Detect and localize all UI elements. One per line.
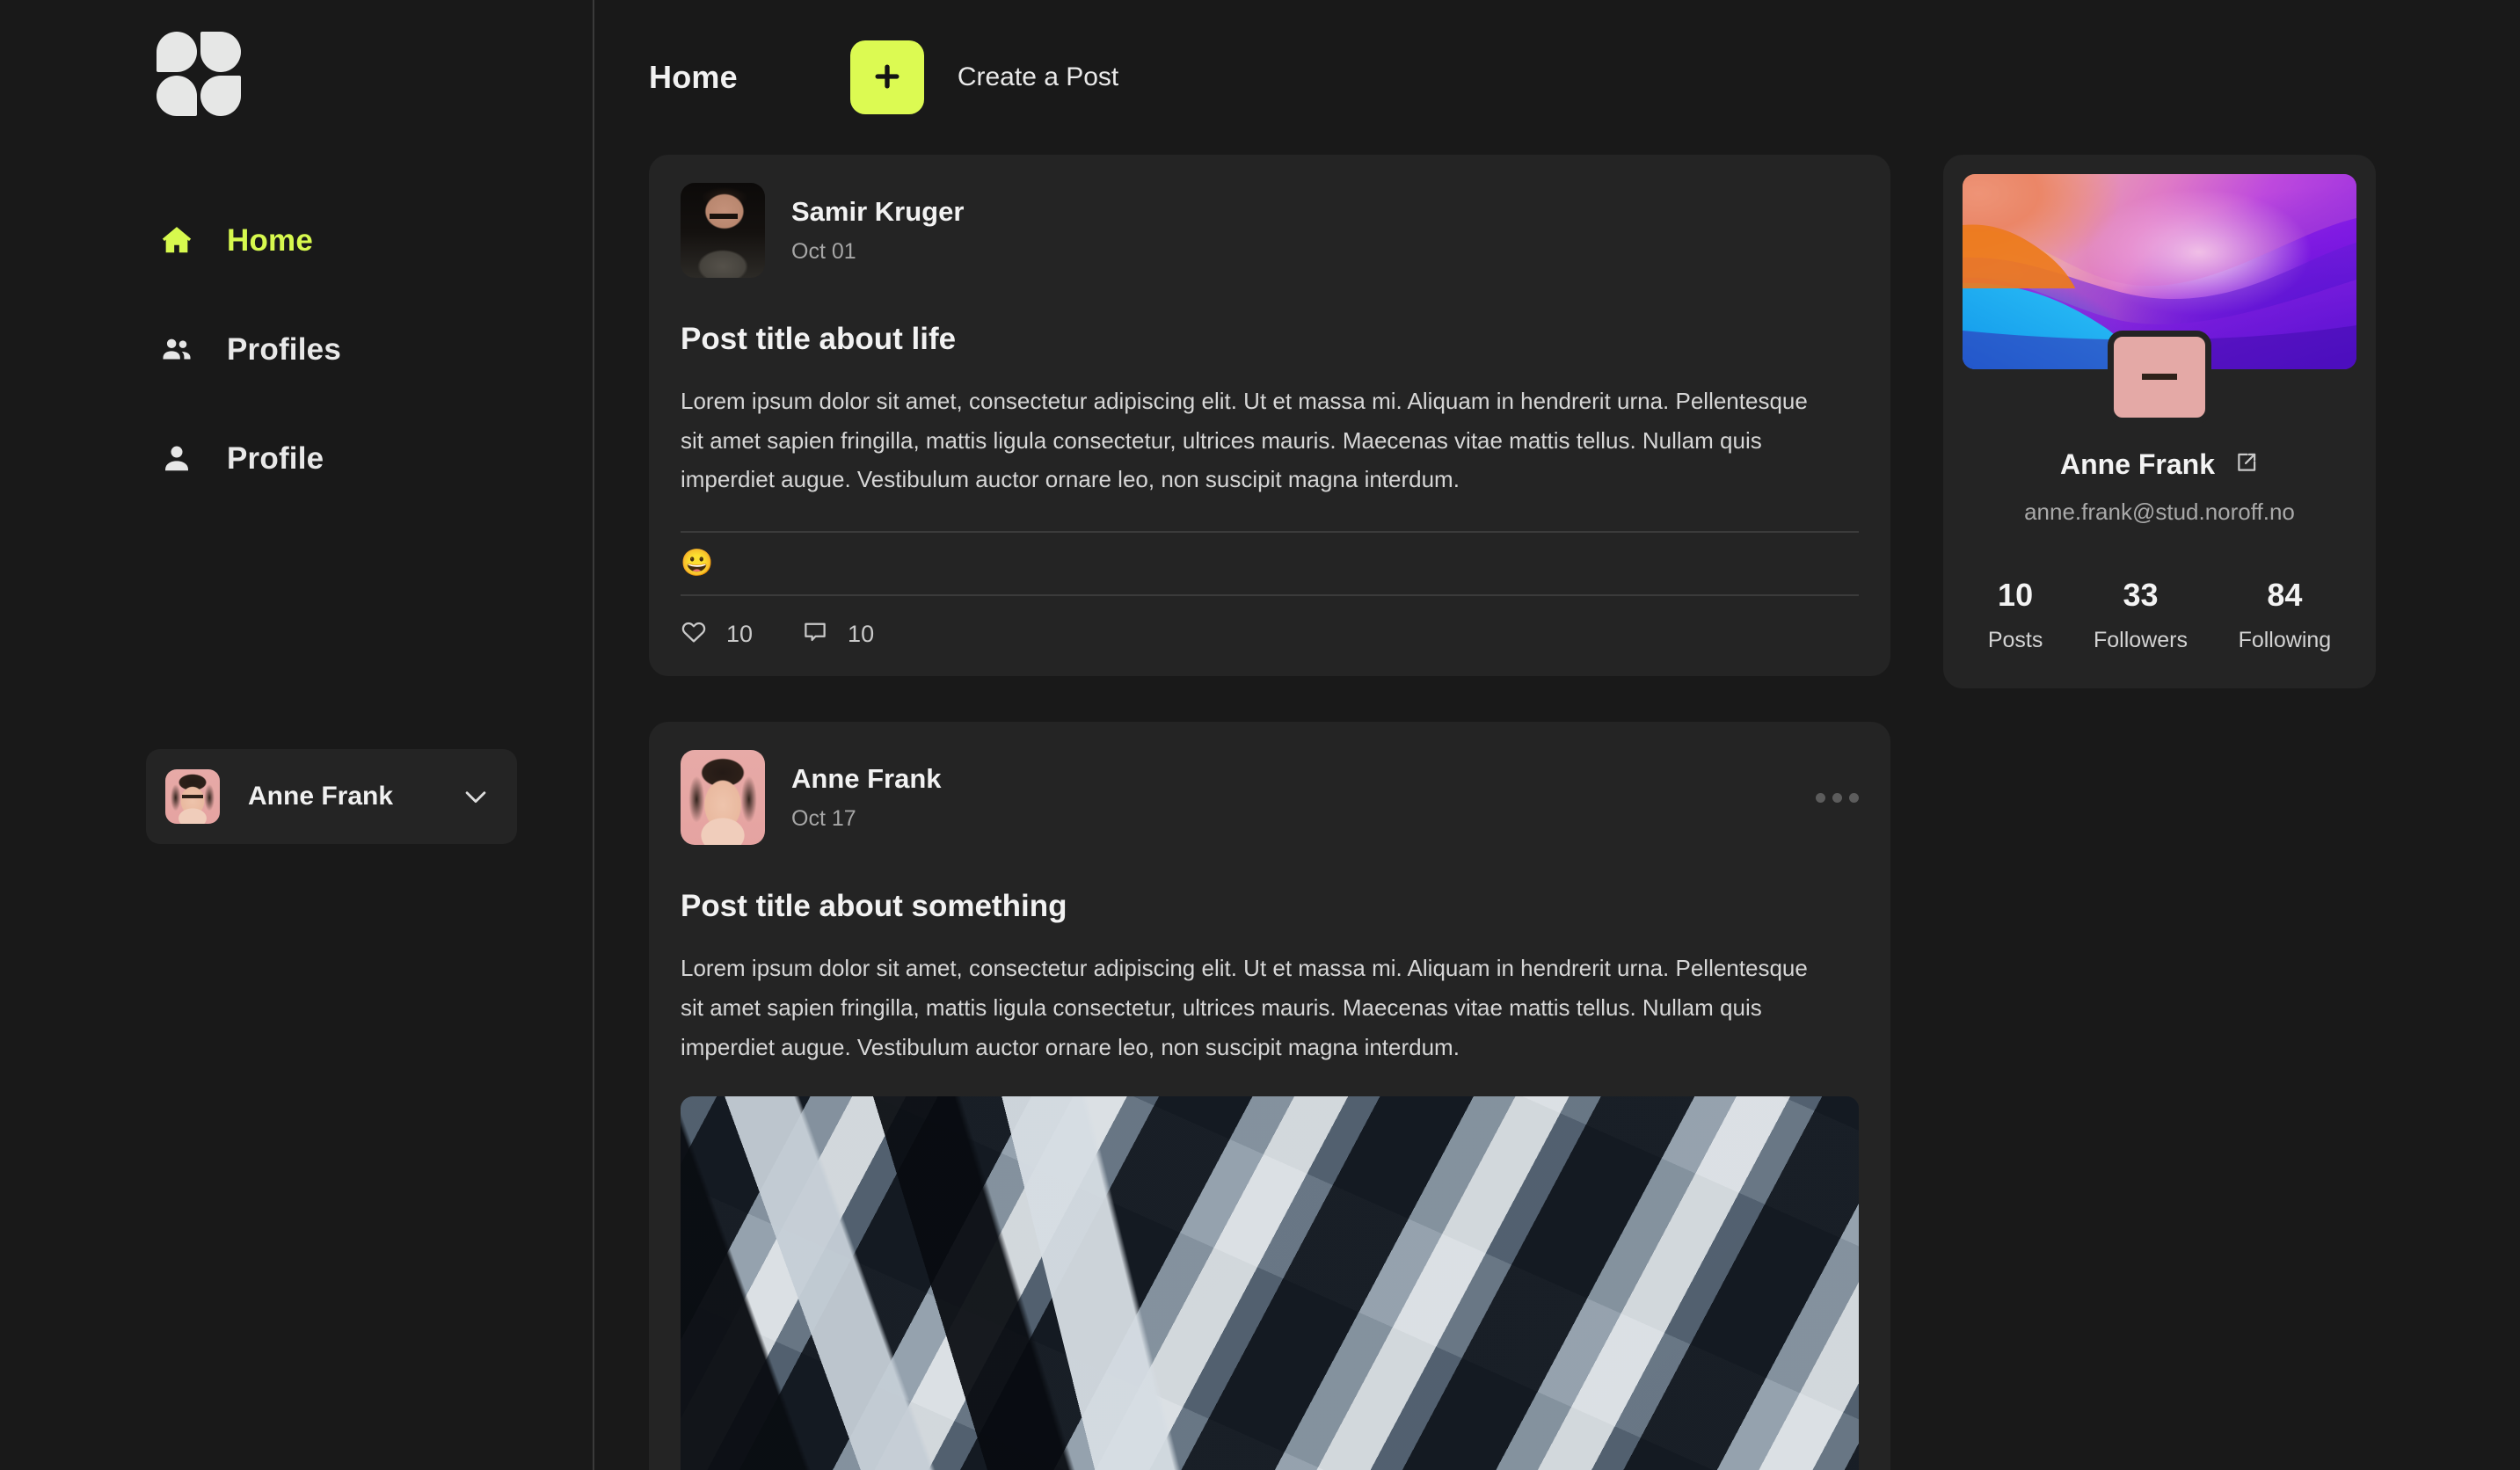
like-count: 10 [726, 621, 754, 648]
post-more-menu-button[interactable] [1816, 792, 1859, 803]
profile-name: Anne Frank [2059, 448, 2216, 480]
top-bar: Home Create a Post [594, 0, 2520, 155]
profile-email: anne.frank@stud.noroff.no [2024, 498, 2295, 525]
sidebar: Home Profiles Profile Anne Frank [0, 0, 594, 1470]
post-header: Anne Frank Oct 17 [681, 750, 1859, 846]
avatar[interactable] [681, 183, 765, 278]
logo-petal-bottom-left [157, 76, 197, 116]
right-rail: Anne Frank anne.frank@stud.noroff.no 10 … [1943, 155, 2376, 688]
logo-petal-top-right [200, 32, 241, 72]
post-author-meta: Anne Frank Oct 17 [791, 763, 942, 832]
stat-value: 84 [2267, 577, 2303, 613]
more-dot [1832, 792, 1842, 803]
sidebar-item-label: Profile [227, 440, 324, 476]
like-button[interactable]: 10 [681, 619, 753, 650]
post-feed: Samir Kruger Oct 01 Post title about lif… [649, 155, 1890, 1470]
post-date: Oct 17 [791, 806, 856, 832]
avatar[interactable] [2108, 331, 2211, 424]
post-reactions[interactable]: 😀 [681, 531, 1859, 597]
post-title: Post title about life [681, 322, 957, 356]
stat-value: 10 [1998, 577, 2034, 613]
sidebar-user-chip[interactable]: Anne Frank [146, 749, 517, 844]
sidebar-nav: Home Profiles Profile [0, 208, 593, 490]
sidebar-item-profile[interactable]: Profile [0, 426, 593, 490]
more-dot [1849, 792, 1859, 803]
sidebar-user-name: Anne Frank [248, 782, 394, 811]
post-title: Post title about something [681, 889, 1067, 924]
post-card: Samir Kruger Oct 01 Post title about lif… [649, 155, 1890, 677]
home-icon [160, 223, 193, 257]
create-post-button[interactable] [849, 40, 924, 114]
four-petal-logo[interactable] [157, 32, 241, 116]
grinning-face-emoji[interactable]: 😀 [681, 550, 713, 577]
avatar[interactable] [681, 750, 765, 846]
post-body: Lorem ipsum dolor sit amet, consectetur … [681, 388, 1808, 493]
post-date: Oct 01 [791, 239, 856, 264]
stat-value: 33 [2123, 577, 2159, 613]
post-author-name[interactable]: Samir Kruger [791, 196, 964, 228]
logo-petal-bottom-right [200, 76, 241, 116]
comment-button[interactable]: 10 [802, 619, 874, 650]
sidebar-item-label: Home [227, 222, 314, 258]
person-icon [160, 441, 193, 475]
page-title: Home [649, 59, 738, 95]
post-author-meta: Samir Kruger Oct 01 [791, 196, 964, 265]
profile-stats: 10 Posts 33 Followers 84 Following [1963, 577, 2356, 653]
post-header: Samir Kruger Oct 01 [681, 183, 1859, 278]
comment-icon [802, 619, 828, 650]
people-icon [160, 332, 193, 366]
profile-summary-card: Anne Frank anne.frank@stud.noroff.no 10 … [1943, 155, 2376, 688]
chevron-down-icon[interactable] [461, 782, 491, 811]
stat-label: Following [2238, 628, 2332, 652]
avatar [165, 769, 220, 824]
post-author-name[interactable]: Anne Frank [791, 763, 942, 795]
post-stats: 10 10 [681, 619, 1859, 650]
profile-stat-followers[interactable]: 33 Followers [2094, 577, 2188, 653]
post-card: Anne Frank Oct 17 Post title about somet… [649, 722, 1890, 1470]
external-link-icon[interactable] [2234, 450, 2259, 479]
profile-stat-posts[interactable]: 10 Posts [1988, 577, 2043, 653]
heart-icon [681, 619, 707, 650]
content-columns: Samir Kruger Oct 01 Post title about lif… [594, 155, 2520, 1470]
main-content: Home Create a Post Samir Kruger Oct 01 P… [594, 0, 2520, 1470]
app-root: Home Profiles Profile Anne Frank Home Cr… [0, 0, 2520, 1470]
post-body: Lorem ipsum dolor sit amet, consectetur … [681, 955, 1808, 1060]
plus-icon [870, 59, 905, 97]
post-image[interactable] [681, 1096, 1859, 1470]
stat-label: Posts [1987, 628, 2043, 652]
more-dot [1816, 792, 1825, 803]
sidebar-item-profiles[interactable]: Profiles [0, 317, 593, 381]
stat-label: Followers [2093, 628, 2188, 652]
profile-banner [1963, 174, 2356, 424]
profile-name-row: Anne Frank [1963, 448, 2356, 481]
comment-count: 10 [848, 621, 875, 648]
post-image-art-overlay [681, 1096, 1859, 1470]
sidebar-item-home[interactable]: Home [0, 208, 593, 272]
sidebar-item-label: Profiles [227, 331, 341, 367]
logo-petal-top-left [157, 32, 197, 72]
profile-stat-following[interactable]: 84 Following [2239, 577, 2332, 653]
create-post-label[interactable]: Create a Post [958, 62, 1118, 92]
